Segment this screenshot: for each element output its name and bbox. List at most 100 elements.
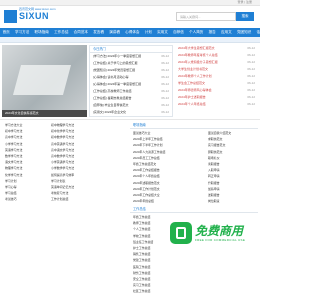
- list-item-title[interactable]: 职场礼仪: [208, 156, 220, 160]
- list-item-title[interactable]: 社区工作总结: [133, 289, 150, 293]
- list-item-title[interactable]: 离职报告: [208, 162, 220, 166]
- list-item-title[interactable]: 面试技巧大全: [133, 131, 150, 135]
- list-item-title[interactable]: 加薪申请: [208, 187, 220, 191]
- list-item-title[interactable]: 财务工作总结: [133, 271, 150, 275]
- list-item-title[interactable]: 小学数学学习方法: [51, 166, 74, 170]
- section2-title[interactable]: 职场指南: [130, 122, 258, 129]
- list-item[interactable]: 2024年教师个人工作计划 06-12: [175, 73, 258, 80]
- nav-item[interactable]: 话题: [254, 28, 266, 37]
- nav-item[interactable]: 实用文: [155, 28, 171, 37]
- list-item-title[interactable]: 2024年人力资源工作总结: [133, 150, 165, 154]
- list-item[interactable]: [党团知识] 2024年党员思想汇报 06-12: [90, 67, 172, 74]
- nav-item[interactable]: 工作总结: [52, 28, 72, 37]
- list-item[interactable]: [工作总结] 高校教师工作总结 06-12: [90, 88, 172, 95]
- list-item-title[interactable]: 2024年工作计划范文: [133, 187, 160, 191]
- list-item-title[interactable]: 工作计划总结: [51, 197, 68, 201]
- list-item-title[interactable]: 2024年教师年度考核个人总结: [178, 53, 218, 57]
- list-item-title[interactable]: 考试技巧: [5, 197, 17, 201]
- list-item-title[interactable]: 初中化学学习方法: [51, 129, 74, 133]
- section3-title[interactable]: 工作总结: [130, 206, 258, 213]
- list-item-title[interactable]: 年终工作总结范文: [133, 162, 156, 166]
- list-item-title[interactable]: 2024年个人年终总结: [133, 174, 160, 178]
- list-item-title[interactable]: [工作总结] 高校教师工作总结: [93, 89, 132, 93]
- list-item[interactable]: 2024年护士述职报告 06-12: [175, 94, 258, 101]
- list-item-title[interactable]: 初中数学学习方法: [51, 135, 74, 139]
- list-item-title[interactable]: 实习工作总结: [133, 283, 150, 287]
- list-item[interactable]: 大学生创业计划书范文 06-12: [175, 66, 258, 73]
- list-item-title[interactable]: [实用文] 2024年企业文化: [93, 110, 126, 114]
- list-item-title[interactable]: 述职报告: [208, 193, 220, 197]
- list-item-title[interactable]: 入职申请: [208, 168, 220, 172]
- nav-item[interactable]: 发言稿: [91, 28, 107, 37]
- list-item-title[interactable]: 2024年下半年工作计划: [133, 143, 163, 147]
- list-item-title[interactable]: 学习计划: [5, 179, 17, 183]
- list-item-title[interactable]: 辞职信范文: [208, 150, 222, 154]
- list-item-title[interactable]: 小学学习方法: [5, 142, 22, 146]
- nav-item[interactable]: 其他: [266, 28, 278, 37]
- list-item[interactable]: 社区工作总结: [130, 288, 170, 294]
- list-item[interactable]: 2024年教师年度考核个人总结 06-12: [175, 52, 258, 59]
- list-item[interactable]: [自荐信] 毕业生自荐信范文 06-12: [90, 102, 172, 109]
- list-item[interactable]: [心得体会] 2024年第一季度思想汇报 06-12: [90, 81, 172, 88]
- list-item[interactable]: 2024年入党积极分子思想汇报 06-12: [175, 59, 258, 66]
- list-item-title[interactable]: 转正申请: [208, 174, 220, 178]
- list-item-title[interactable]: 2024年师德师风心得体会: [178, 88, 212, 92]
- nav-item[interactable]: 学习方法: [12, 28, 32, 37]
- list-item-title[interactable]: 年终工作总结: [133, 215, 150, 219]
- list-item[interactable]: 工作计划总结: [48, 196, 118, 202]
- list-item-title[interactable]: 护士工作总结: [133, 246, 150, 250]
- list-item[interactable]: [工作总结] 关于学习上的思想汇报 06-12: [90, 60, 172, 67]
- list-item-title[interactable]: 2024年年终总结: [133, 199, 154, 203]
- list-item-title[interactable]: 学生会工作总结范文: [178, 81, 205, 85]
- login-link[interactable]: 登录 | 注册: [238, 0, 252, 5]
- list-item-title[interactable]: 学习方法大全: [5, 123, 22, 127]
- list-item[interactable]: 学生会工作总结范文 06-12: [175, 80, 258, 87]
- list-item[interactable]: 考试技巧: [2, 196, 47, 202]
- nav-item[interactable]: 自荐信: [170, 28, 186, 37]
- list-item-title[interactable]: 初中物理学习方法: [51, 123, 74, 127]
- list-item-title[interactable]: 学校工作总结: [133, 234, 150, 238]
- nav-item[interactable]: 合同范本: [71, 28, 91, 37]
- list-item-title[interactable]: 2024年教师个人工作计划: [178, 74, 212, 78]
- list-item-title[interactable]: 高中语文学习方法: [51, 148, 74, 152]
- list-item-title[interactable]: 实习报告范文: [208, 143, 225, 147]
- list-item-title[interactable]: [工作总结] 关于学习上的思想汇报: [93, 61, 138, 65]
- nav-item[interactable]: 应用文: [218, 28, 234, 37]
- list-item-title[interactable]: 安全工作总结: [133, 277, 150, 281]
- list-item-title[interactable]: 物理学习方法: [5, 166, 22, 170]
- list-item-title[interactable]: 2024年上半年工作总结: [133, 137, 163, 141]
- nav-item[interactable]: 党团知识: [234, 28, 254, 37]
- nav-item[interactable]: 计划: [142, 28, 154, 37]
- nav-item[interactable]: 个人简历: [186, 28, 206, 37]
- list-item[interactable]: [学习方法] 2024年小一季度思想汇报 06-12: [90, 53, 172, 60]
- list-item-title[interactable]: [党团知识] 2024年党员思想汇报: [93, 68, 135, 72]
- site-logo[interactable]: 四讯范文网 www.sixun.com SIXUN: [4, 7, 56, 25]
- list-item-title[interactable]: 语文学习方法: [5, 160, 22, 164]
- list-item-title[interactable]: 高中学习方法: [5, 135, 22, 139]
- list-item-title[interactable]: 如何提高学习效率: [51, 173, 74, 177]
- list-item-title[interactable]: [心得体会] 2024年第一季度思想汇报: [93, 82, 141, 86]
- list-item-title[interactable]: 个人工作总结: [133, 227, 150, 231]
- list-item-title[interactable]: 初中学习方法: [5, 129, 22, 133]
- list-item-title[interactable]: [心得体会] 读书月活动心得: [93, 75, 129, 79]
- list-item[interactable]: 2024年大学生思想汇报范文 06-12: [175, 45, 258, 52]
- list-item-title[interactable]: [学习方法] 2024年小一季度思想汇报: [93, 54, 141, 58]
- list-item-title[interactable]: 2024年述职报告范文: [133, 181, 160, 185]
- list-item[interactable]: 2024年个人年终总结 06-12: [175, 101, 258, 108]
- list-item-title[interactable]: 求职信范文: [208, 137, 222, 141]
- list-item-title[interactable]: 教师工作总结: [133, 221, 150, 225]
- nav-item[interactable]: 演讲稿: [107, 28, 123, 37]
- search-input[interactable]: 请输入关键词...: [176, 12, 236, 21]
- list-item-title[interactable]: 2024年护士述职报告: [178, 95, 206, 99]
- list-item-title[interactable]: 班主任工作总结: [133, 240, 153, 244]
- list-item[interactable]: 2024年年终总结: [130, 198, 205, 204]
- list-item-title[interactable]: 英语单词记忆方法: [51, 185, 74, 189]
- list-item-title[interactable]: 2024年个人年终总结: [178, 102, 206, 106]
- list-item-title[interactable]: [自荐信] 毕业生自荐信范文: [93, 103, 129, 107]
- list-item-title[interactable]: 升职报告: [208, 181, 220, 185]
- featured-caption[interactable]: 2024年文化自信有感范文: [2, 110, 87, 117]
- list-item-title[interactable]: 医院工作总结: [133, 265, 150, 269]
- list-item-title[interactable]: 2024年员工工作总结: [133, 156, 160, 160]
- list-item-title[interactable]: 岗位职责: [208, 199, 220, 203]
- list-item-title[interactable]: 考前复习方法: [51, 191, 68, 195]
